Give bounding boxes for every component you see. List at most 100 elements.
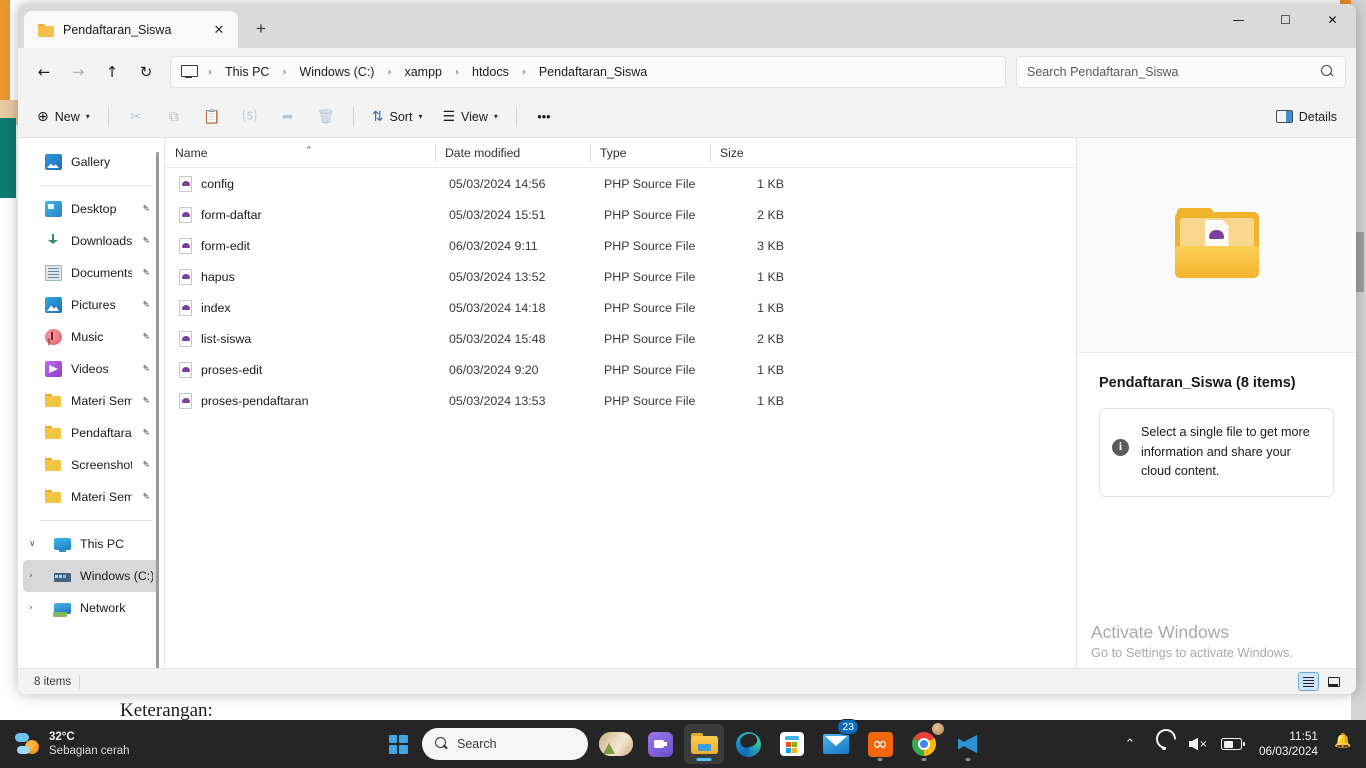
sidebar-item-downloads[interactable]: Downloads ✒ [23,225,159,257]
maximize-button[interactable]: ☐ [1262,4,1309,36]
column-header-size[interactable]: Size [710,138,792,168]
status-bar: 8 items [18,668,1356,694]
tab-pendaftaran-siswa[interactable]: Pendaftaran_Siswa ✕ [24,11,238,48]
pin-icon[interactable]: ✒ [138,328,156,346]
table-row[interactable]: index 05/03/2024 14:18 PHP Source File 1… [169,292,1072,323]
taskbar-app-mail[interactable]: 23 [816,719,859,764]
share-button[interactable]: ➦ [270,102,306,132]
breadcrumb[interactable]: › This PC › Windows (C:) › xampp › htdoc… [170,56,1006,88]
details-view-button[interactable] [1298,672,1319,691]
sidebar-scrollbar[interactable] [156,152,159,668]
pin-icon[interactable]: ✒ [138,456,156,474]
pin-icon[interactable]: ✒ [138,232,156,250]
column-header-type[interactable]: Type [590,138,710,168]
taskbar-app-vscode[interactable] [948,724,988,764]
breadcrumb-item-pendaftaran-siswa[interactable]: Pendaftaran_Siswa [533,62,653,82]
close-tab-button[interactable]: ✕ [208,19,230,41]
file-name-cell[interactable]: index [169,299,439,316]
table-row[interactable]: proses-edit 06/03/2024 9:20 PHP Source F… [169,354,1072,385]
weather-widget[interactable]: 32°C Sebagian cerah [0,730,130,759]
forward-button[interactable]: → [62,56,94,88]
search-icon[interactable] [1321,65,1335,79]
column-header-date-modified[interactable]: Date modified [435,138,590,168]
battery-button[interactable] [1217,727,1247,761]
pin-icon[interactable]: ✒ [138,360,156,378]
sidebar-item-desktop[interactable]: Desktop ✒ [23,193,159,225]
breadcrumb-item-xampp[interactable]: xampp [398,62,448,82]
sidebar-item-windows-c[interactable]: › Windows (C:) [23,560,159,592]
sidebar-item-videos[interactable]: Videos ✒ [23,353,159,385]
more-options-button[interactable]: ••• [526,102,562,132]
search-input[interactable] [1027,65,1321,79]
table-row[interactable]: proses-pendaftaran 05/03/2024 13:53 PHP … [169,385,1072,416]
refresh-button[interactable]: ↻ [130,56,162,88]
sidebar-item-materi-semester-2[interactable]: Materi Semes ✒ [23,481,159,513]
taskbar-app-file-explorer[interactable] [684,724,724,764]
sidebar-item-network[interactable]: › Network [23,592,159,624]
notifications-button[interactable] [1328,727,1358,761]
file-name-cell[interactable]: form-edit [169,237,439,254]
taskbar-app-microsoft-store[interactable] [772,724,812,764]
breadcrumb-item-this-pc[interactable]: This PC [219,62,275,82]
tiles-view-button[interactable] [1323,672,1344,691]
file-name-cell[interactable]: proses-edit [169,361,439,378]
sort-button[interactable]: ⇅ Sort ▾ [363,102,432,132]
volume-button[interactable]: × [1183,727,1213,761]
table-row[interactable]: form-edit 06/03/2024 9:11 PHP Source Fil… [169,230,1072,261]
pin-icon[interactable]: ✒ [138,264,156,282]
file-name-cell[interactable]: list-siswa [169,330,439,347]
taskbar-app-copilot[interactable] [596,724,636,764]
taskbar-search-box[interactable]: Search [422,728,588,760]
sidebar-item-materi-semester-1[interactable]: Materi Semes ✒ [23,385,159,417]
delete-button[interactable]: 🗑 [308,102,344,132]
chevron-down-icon[interactable]: ∨ [29,539,42,549]
minimize-button[interactable]: — [1215,4,1262,36]
file-name-cell[interactable]: form-daftar [169,206,439,223]
file-name-cell[interactable]: config [169,175,439,192]
new-button[interactable]: ⊕ New ▾ [28,102,99,132]
breadcrumb-item-windows-c[interactable]: Windows (C:) [293,62,380,82]
tray-overflow-button[interactable]: ⌃ [1115,727,1145,761]
taskbar-app-edge[interactable] [728,724,768,764]
pin-icon[interactable]: ✒ [138,296,156,314]
view-button[interactable]: ☰ View ▾ [433,102,506,132]
rename-button[interactable]: ⒮ [232,102,268,132]
sidebar-item-pendaftaran[interactable]: Pendaftaran_ ✒ [23,417,159,449]
column-header-name[interactable]: Name ⌃ [165,138,435,168]
sidebar-item-pictures[interactable]: Pictures ✒ [23,289,159,321]
file-name-cell[interactable]: hapus [169,268,439,285]
back-button[interactable]: ← [28,56,60,88]
breadcrumb-item-htdocs[interactable]: htdocs [466,62,515,82]
search-box[interactable] [1016,56,1346,88]
wifi-button[interactable] [1149,727,1179,761]
sidebar-item-gallery[interactable]: Gallery [23,146,159,178]
close-window-button[interactable]: ✕ [1309,4,1356,36]
table-row[interactable]: list-siswa 05/03/2024 15:48 PHP Source F… [169,323,1072,354]
details-pane-toggle-button[interactable]: Details [1267,102,1346,132]
clock[interactable]: 11:51 06/03/2024 [1251,729,1324,760]
table-row[interactable]: form-daftar 05/03/2024 15:51 PHP Source … [169,199,1072,230]
paste-button[interactable]: 📋 [194,102,230,132]
pin-icon[interactable]: ✒ [138,200,156,218]
sidebar-item-this-pc[interactable]: ∨ This PC [23,528,159,560]
file-name-cell[interactable]: proses-pendaftaran [169,392,439,409]
cut-button[interactable]: ✂ [118,102,154,132]
chevron-right-icon[interactable]: › [29,571,42,581]
pin-icon[interactable]: ✒ [138,424,156,442]
taskbar-app-teams[interactable] [640,724,680,764]
breadcrumb-separator: › [208,66,212,78]
taskbar-app-chrome[interactable] [904,722,945,764]
taskbar-app-xampp[interactable] [860,724,900,764]
new-tab-button[interactable]: + [246,14,276,44]
start-button[interactable] [378,724,418,764]
pin-icon[interactable]: ✒ [138,488,156,506]
sidebar-item-music[interactable]: Music ✒ [23,321,159,353]
sidebar-item-screenshots[interactable]: Screenshots ✒ [23,449,159,481]
pin-icon[interactable]: ✒ [138,392,156,410]
chevron-right-icon[interactable]: › [29,603,42,613]
up-button[interactable]: ↑ [96,56,128,88]
table-row[interactable]: hapus 05/03/2024 13:52 PHP Source File 1… [169,261,1072,292]
copy-button[interactable]: ⧉ [156,102,192,132]
table-row[interactable]: config 05/03/2024 14:56 PHP Source File … [169,168,1072,199]
sidebar-item-documents[interactable]: Documents ✒ [23,257,159,289]
